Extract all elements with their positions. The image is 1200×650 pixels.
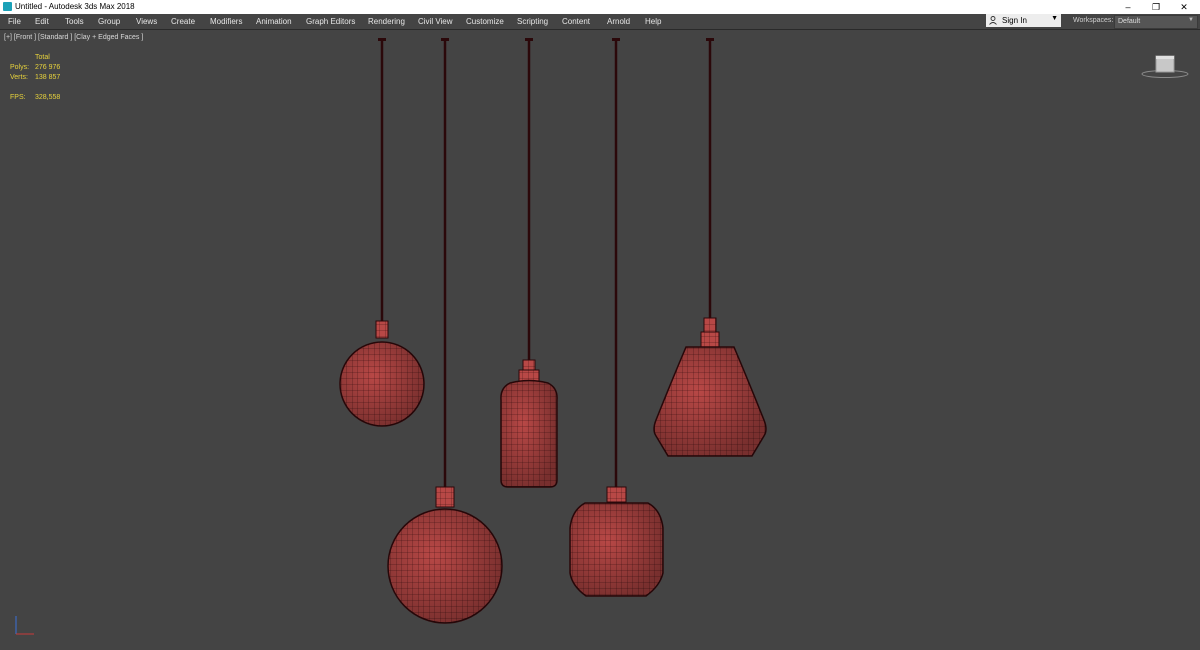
lamp-bell[interactable] — [653, 38, 767, 457]
viewport-label[interactable]: [+] [Front ] [Standard ] [Clay + Edged F… — [4, 34, 143, 41]
lamp-scene — [339, 38, 767, 624]
fps-value: 328,558 — [35, 94, 61, 101]
fps-label: FPS: — [10, 94, 26, 101]
verts-value: 138 857 — [35, 74, 61, 81]
polys-label: Polys: — [10, 64, 30, 71]
lamp-small-sphere[interactable] — [339, 38, 425, 427]
stats-header: Total — [35, 54, 50, 61]
verts-label: Verts: — [10, 74, 28, 81]
axis-tripod-icon — [15, 616, 34, 635]
lamp-large-sphere[interactable] — [387, 38, 503, 624]
polys-value: 276 976 — [35, 64, 61, 71]
lamp-cylinder[interactable] — [500, 38, 558, 488]
lamp-barrel[interactable] — [569, 38, 664, 597]
viewcube-icon[interactable] — [1140, 53, 1190, 79]
